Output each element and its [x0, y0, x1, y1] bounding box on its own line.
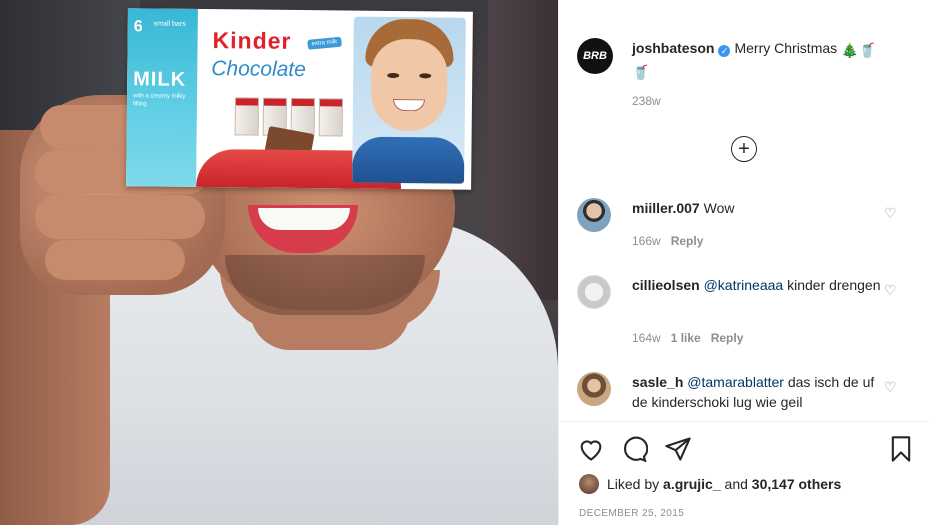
- post-photo[interactable]: 6 small bars MILK with a creamy milky fi…: [0, 0, 558, 525]
- caption-text: Merry Christmas: [734, 40, 838, 56]
- comment-mention[interactable]: @katrineaaa: [704, 277, 784, 293]
- actions-divider: [559, 421, 930, 422]
- comment-avatar[interactable]: [577, 372, 611, 406]
- chocolate-box: 6 small bars MILK with a creamy milky fi…: [126, 8, 473, 190]
- photo-finger: [45, 240, 185, 280]
- comment-username[interactable]: cillieolsen: [632, 277, 700, 293]
- author-username[interactable]: joshbateson: [632, 40, 714, 56]
- likes-and: and: [724, 476, 748, 492]
- box-boy-portrait: [352, 16, 466, 184]
- comment-2: cillieolsen @katrineaaa kinder drengen: [632, 275, 887, 295]
- bookmark-icon[interactable]: [887, 435, 915, 463]
- tree-emoji-icon: 🎄: [841, 42, 859, 58]
- comment-avatar[interactable]: [577, 275, 611, 309]
- photo-stubble: [225, 255, 425, 315]
- author-avatar[interactable]: BRB: [577, 38, 613, 74]
- comment-username[interactable]: sasle_h: [632, 374, 683, 390]
- comment-3: sasle_h @tamarablatter das isch de uf de…: [632, 372, 887, 412]
- reply-button[interactable]: Reply: [711, 331, 744, 345]
- box-count: 6: [133, 18, 143, 36]
- box-product: Chocolate: [211, 57, 306, 82]
- verified-badge-icon: ✓: [718, 45, 731, 57]
- box-milk-label: MILK: [133, 68, 187, 91]
- photo-finger: [35, 195, 205, 239]
- comment-text: Wow: [703, 200, 735, 216]
- liker-avatar[interactable]: [579, 474, 599, 494]
- comment-meta: 164w 1 like Reply: [632, 331, 743, 345]
- box-brand: Kinder: [212, 27, 292, 54]
- box-bar: [318, 98, 344, 137]
- comment-icon[interactable]: [620, 435, 648, 463]
- post-caption: joshbateson ✓ Merry Christmas 🎄🥤 🥤: [632, 38, 917, 82]
- likes-user[interactable]: a.grujic_: [663, 476, 721, 492]
- box-milk-sub: with a creamy milky filling: [132, 93, 186, 108]
- comment-time[interactable]: 164w: [632, 331, 661, 345]
- comment-meta: 166w Reply: [632, 234, 703, 248]
- comment-1: miiller.007 Wow: [632, 198, 887, 218]
- likes-prefix: Liked by: [607, 476, 660, 492]
- box-bar: [234, 97, 260, 136]
- likes-summary: Liked by a.grujic_ and 30,147 others: [607, 474, 841, 494]
- comment-like-heart-icon[interactable]: ♡: [884, 380, 898, 394]
- box-count-label: small bars: [153, 20, 186, 28]
- comment-username[interactable]: miiller.007: [632, 200, 700, 216]
- cup-emoji-icon: 🥤: [632, 64, 650, 80]
- likes-others[interactable]: 30,147 others: [752, 476, 842, 492]
- reply-button[interactable]: Reply: [671, 234, 704, 248]
- comment-likes[interactable]: 1 like: [671, 331, 701, 345]
- comment-text: kinder drengen: [787, 277, 881, 293]
- photo-teeth: [258, 208, 350, 230]
- caption-time[interactable]: 238w: [632, 94, 661, 108]
- comment-mention[interactable]: @tamarablatter: [687, 374, 784, 390]
- comment-like-heart-icon[interactable]: ♡: [884, 283, 898, 297]
- post-side-panel: BRB joshbateson ✓ Merry Christmas 🎄🥤 🥤 238…: [558, 0, 930, 525]
- heart-icon[interactable]: [577, 435, 605, 463]
- comment-time[interactable]: 166w: [632, 234, 661, 248]
- comment-avatar[interactable]: [577, 198, 611, 232]
- box-brand-tag: extra milk: [307, 36, 342, 50]
- cup-emoji-icon: 🥤: [858, 42, 876, 58]
- post-date[interactable]: DECEMBER 25, 2015: [579, 508, 684, 519]
- comment-like-heart-icon[interactable]: ♡: [884, 206, 898, 220]
- paper-plane-icon[interactable]: [664, 435, 692, 463]
- plus-circle-icon[interactable]: +: [731, 136, 757, 162]
